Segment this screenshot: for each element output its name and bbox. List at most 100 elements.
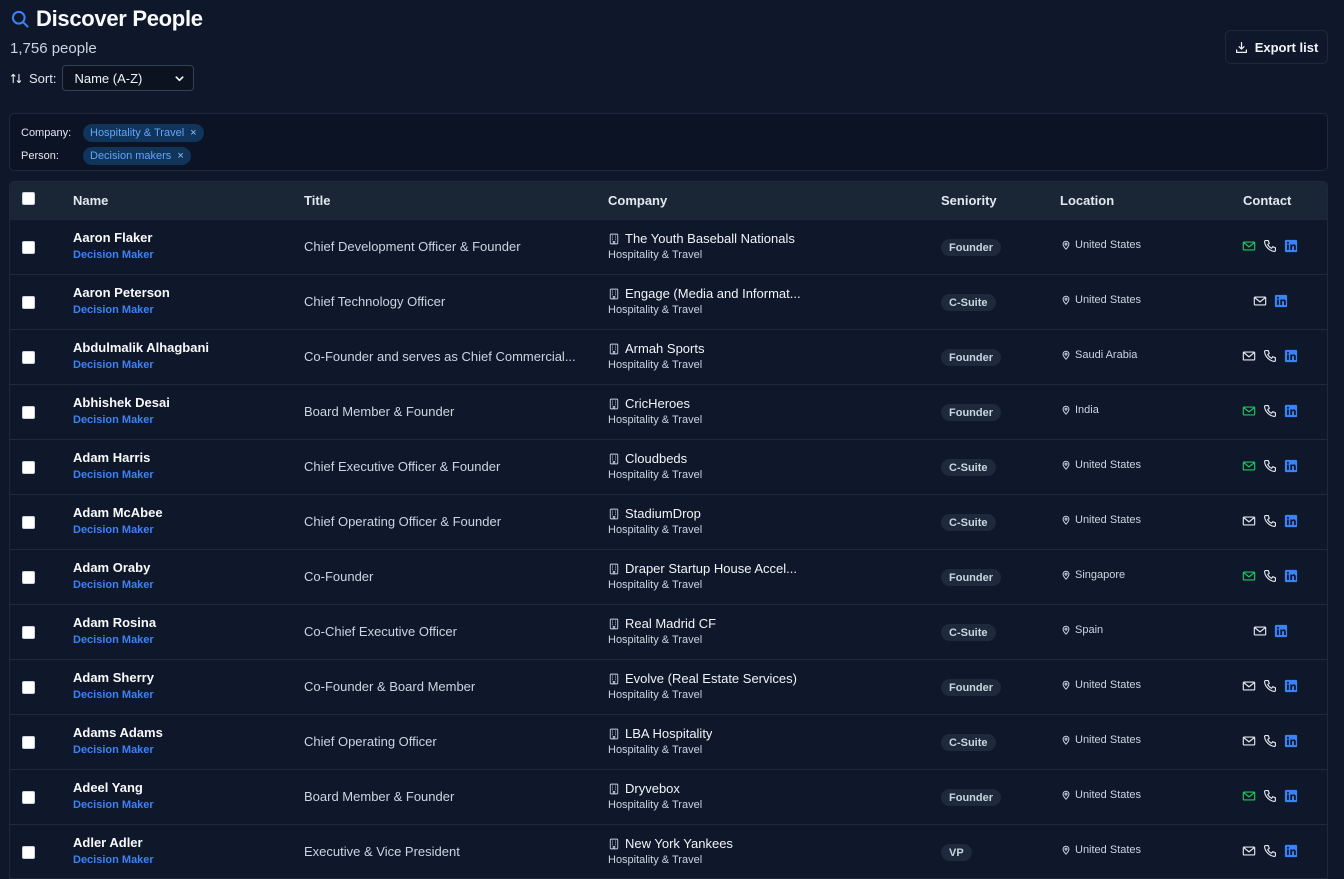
column-header-company[interactable]: Company	[608, 193, 667, 208]
table-row[interactable]: Abhishek Desai Decision Maker Board Memb…	[10, 384, 1327, 439]
company-cell[interactable]: LBA Hospitality	[608, 726, 712, 741]
mail-icon[interactable]	[1242, 404, 1256, 418]
table-row[interactable]: Adam Harris Decision Maker Chief Executi…	[10, 439, 1327, 494]
person-name[interactable]: Abhishek Desai	[73, 395, 170, 410]
company-cell[interactable]: Engage (Media and Informat...	[608, 286, 801, 301]
table-row[interactable]: Adam McAbee Decision Maker Chief Operati…	[10, 494, 1327, 549]
building-icon	[609, 728, 619, 739]
company-cell[interactable]: StadiumDrop	[608, 506, 701, 521]
company-cell[interactable]: Evolve (Real Estate Services)	[608, 671, 797, 686]
company-cell[interactable]: CricHeroes	[608, 396, 690, 411]
person-name[interactable]: Adam Oraby	[73, 560, 150, 575]
person-name[interactable]: Aaron Flaker	[73, 230, 152, 245]
linkedin-icon[interactable]	[1284, 239, 1298, 253]
remove-filter-icon[interactable]: ×	[190, 127, 196, 139]
table-row[interactable]: Aaron Peterson Decision Maker Chief Tech…	[10, 274, 1327, 329]
export-list-button[interactable]: Export list	[1225, 30, 1328, 64]
table-row[interactable]: Adams Adams Decision Maker Chief Operati…	[10, 714, 1327, 769]
row-checkbox[interactable]	[22, 681, 35, 694]
mail-icon[interactable]	[1242, 789, 1256, 803]
mail-icon[interactable]	[1242, 514, 1256, 528]
linkedin-icon[interactable]	[1274, 624, 1288, 638]
person-role-tag: Decision Maker	[73, 524, 154, 536]
remove-filter-icon[interactable]: ×	[177, 150, 183, 162]
person-name[interactable]: Adam McAbee	[73, 505, 163, 520]
column-header-name[interactable]: Name	[73, 193, 108, 208]
phone-icon[interactable]	[1263, 239, 1277, 253]
filter-chip-company[interactable]: Hospitality & Travel ×	[83, 124, 204, 142]
active-filters: Company: Hospitality & Travel × Person: …	[9, 113, 1328, 171]
phone-icon[interactable]	[1263, 844, 1277, 858]
phone-icon[interactable]	[1263, 514, 1277, 528]
person-name[interactable]: Aaron Peterson	[73, 285, 170, 300]
linkedin-icon[interactable]	[1284, 734, 1298, 748]
sort-select[interactable]: Name (A-Z)	[62, 65, 195, 91]
table-row[interactable]: Adam Sherry Decision Maker Co-Founder & …	[10, 659, 1327, 714]
mail-icon[interactable]	[1242, 734, 1256, 748]
person-name[interactable]: Adler Adler	[73, 835, 143, 850]
person-name[interactable]: Adam Rosina	[73, 615, 156, 630]
mail-icon[interactable]	[1242, 569, 1256, 583]
row-checkbox[interactable]	[22, 461, 35, 474]
company-cell[interactable]: Cloudbeds	[608, 451, 687, 466]
linkedin-icon[interactable]	[1284, 789, 1298, 803]
person-name[interactable]: Abdulmalik Alhagbani	[73, 340, 209, 355]
column-header-title[interactable]: Title	[304, 193, 331, 208]
seniority-badge: Founder	[941, 569, 1001, 586]
linkedin-icon[interactable]	[1284, 459, 1298, 473]
row-checkbox[interactable]	[22, 406, 35, 419]
company-cell[interactable]: Draper Startup House Accel...	[608, 561, 797, 576]
column-header-seniority[interactable]: Seniority	[941, 193, 997, 208]
company-cell[interactable]: Real Madrid CF	[608, 616, 716, 631]
phone-icon[interactable]	[1263, 569, 1277, 583]
map-pin-icon	[1062, 405, 1070, 415]
company-cell[interactable]: New York Yankees	[608, 836, 733, 851]
row-checkbox[interactable]	[22, 351, 35, 364]
linkedin-icon[interactable]	[1284, 569, 1298, 583]
table-row[interactable]: Adam Rosina Decision Maker Co-Chief Exec…	[10, 604, 1327, 659]
table-row[interactable]: Adeel Yang Decision Maker Board Member &…	[10, 769, 1327, 824]
filter-chip-person[interactable]: Decision makers ×	[83, 147, 191, 165]
phone-icon[interactable]	[1263, 679, 1277, 693]
linkedin-icon[interactable]	[1284, 349, 1298, 363]
person-name[interactable]: Adam Harris	[73, 450, 150, 465]
row-checkbox[interactable]	[22, 846, 35, 859]
mail-icon[interactable]	[1253, 294, 1267, 308]
phone-icon[interactable]	[1263, 789, 1277, 803]
phone-icon[interactable]	[1263, 349, 1277, 363]
building-icon	[609, 288, 619, 299]
person-name[interactable]: Adeel Yang	[73, 780, 143, 795]
select-all-checkbox[interactable]	[22, 192, 35, 205]
mail-icon[interactable]	[1242, 349, 1256, 363]
linkedin-icon[interactable]	[1284, 679, 1298, 693]
row-checkbox[interactable]	[22, 516, 35, 529]
mail-icon[interactable]	[1242, 459, 1256, 473]
row-checkbox[interactable]	[22, 791, 35, 804]
table-row[interactable]: Abdulmalik Alhagbani Decision Maker Co-F…	[10, 329, 1327, 384]
phone-icon[interactable]	[1263, 404, 1277, 418]
person-name[interactable]: Adams Adams	[73, 725, 163, 740]
row-checkbox[interactable]	[22, 626, 35, 639]
mail-icon[interactable]	[1253, 624, 1267, 638]
table-row[interactable]: Adam Oraby Decision Maker Co-Founder Dra…	[10, 549, 1327, 604]
company-cell[interactable]: Dryvebox	[608, 781, 680, 796]
company-cell[interactable]: Armah Sports	[608, 341, 704, 356]
mail-icon[interactable]	[1242, 679, 1256, 693]
table-row[interactable]: Adler Adler Decision Maker Executive & V…	[10, 824, 1327, 878]
row-checkbox[interactable]	[22, 296, 35, 309]
person-name[interactable]: Adam Sherry	[73, 670, 154, 685]
phone-icon[interactable]	[1263, 459, 1277, 473]
linkedin-icon[interactable]	[1284, 404, 1298, 418]
linkedin-icon[interactable]	[1274, 294, 1288, 308]
linkedin-icon[interactable]	[1284, 844, 1298, 858]
table-row[interactable]: Aaron Flaker Decision Maker Chief Develo…	[10, 219, 1327, 274]
row-checkbox[interactable]	[22, 736, 35, 749]
row-checkbox[interactable]	[22, 241, 35, 254]
phone-icon[interactable]	[1263, 734, 1277, 748]
mail-icon[interactable]	[1242, 844, 1256, 858]
mail-icon[interactable]	[1242, 239, 1256, 253]
linkedin-icon[interactable]	[1284, 514, 1298, 528]
column-header-location[interactable]: Location	[1060, 193, 1114, 208]
row-checkbox[interactable]	[22, 571, 35, 584]
company-cell[interactable]: The Youth Baseball Nationals	[608, 231, 795, 246]
